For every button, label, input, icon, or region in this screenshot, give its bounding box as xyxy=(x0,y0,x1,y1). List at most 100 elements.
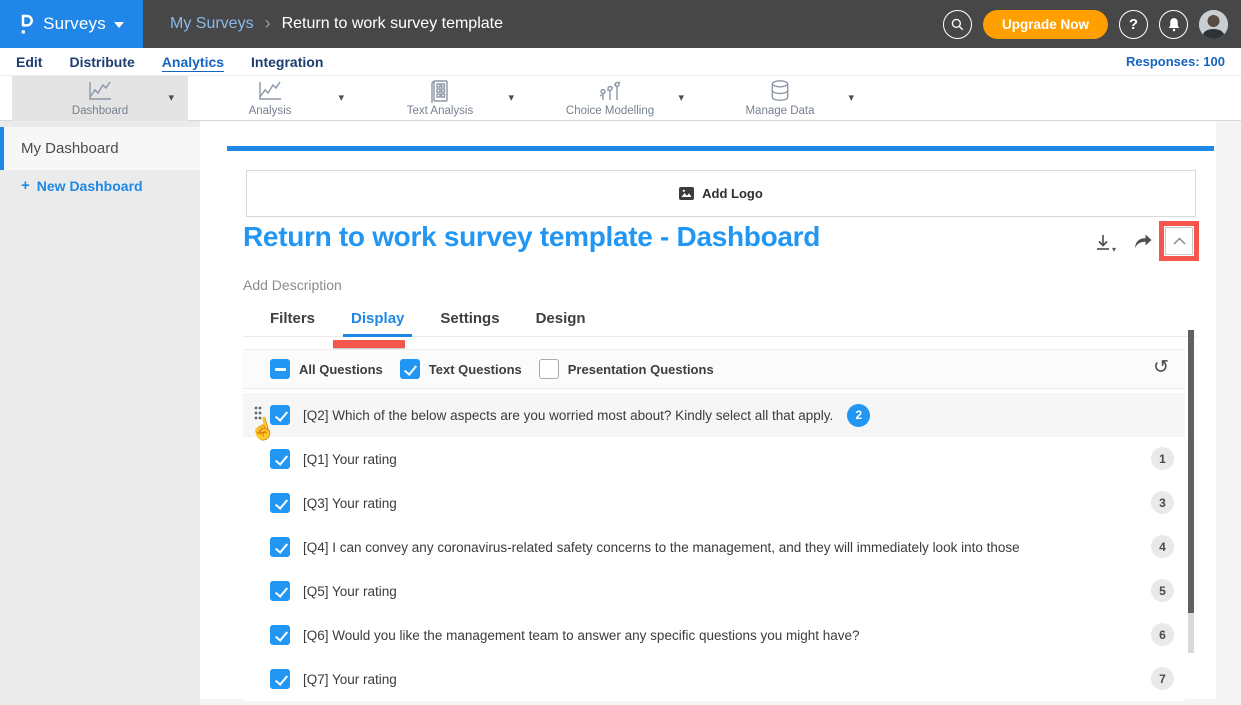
tab[interactable]: Filters xyxy=(262,304,323,337)
line-chart-icon xyxy=(256,79,284,103)
annotation-highlight-collapse-button xyxy=(1159,221,1199,261)
chevron-down-icon[interactable]: ▾ xyxy=(168,91,174,104)
nav-item[interactable]: Edit xyxy=(16,54,42,70)
filter-checkbox[interactable] xyxy=(539,359,559,379)
reset-icon[interactable]: ↺ xyxy=(1153,356,1169,379)
question-row[interactable]: [Q4] I can convey any coronavirus-relate… xyxy=(243,525,1185,569)
filter-checkbox-item[interactable]: Presentation Questions xyxy=(539,359,714,379)
add-logo-label: Add Logo xyxy=(702,186,763,201)
question-checkbox[interactable] xyxy=(270,449,290,469)
top-header: Surveys My Surveys › Return to work surv… xyxy=(0,0,1241,48)
question-label: [Q7] Your rating xyxy=(303,672,397,687)
question-label: [Q4] I can convey any coronavirus-relate… xyxy=(303,540,1020,555)
line-chart-icon xyxy=(86,79,114,103)
filter-label: Text Questions xyxy=(429,362,522,377)
dashboard-sidebar: My Dashboard + New Dashboard xyxy=(0,121,200,705)
new-dashboard-button[interactable]: + New Dashboard xyxy=(21,177,143,194)
avatar[interactable] xyxy=(1199,10,1228,39)
help-icon: ? xyxy=(1129,16,1138,33)
help-button[interactable]: ? xyxy=(1119,10,1148,39)
survey-nav-items: Edit Distribute Analytics Integration xyxy=(16,54,323,70)
right-gutter xyxy=(1216,121,1241,705)
search-icon xyxy=(950,17,965,32)
filter-checkbox-item[interactable]: Text Questions xyxy=(400,359,522,379)
sidebar-item-my-dashboard[interactable]: My Dashboard xyxy=(0,127,200,170)
question-order-badge: 5 xyxy=(1151,579,1174,602)
breadcrumb-my-surveys[interactable]: My Surveys xyxy=(170,15,254,33)
nav-item[interactable]: Distribute xyxy=(69,54,134,70)
questionpro-logo xyxy=(19,12,35,37)
dashboard-title[interactable]: Return to work survey template - Dashboa… xyxy=(243,221,820,253)
filter-checkbox[interactable] xyxy=(400,359,420,379)
filter-label: All Questions xyxy=(299,362,383,377)
manage-data-icon xyxy=(768,79,792,104)
chevron-down-icon[interactable]: ▾ xyxy=(678,91,684,104)
avatar-photo xyxy=(1199,10,1228,39)
filter-checkbox[interactable] xyxy=(270,359,290,379)
scrollbar-track[interactable] xyxy=(1188,613,1194,653)
collapse-panel-button[interactable] xyxy=(1165,227,1193,255)
upgrade-now-button[interactable]: Upgrade Now xyxy=(983,10,1108,39)
question-filter-bar: All Questions Text Questions Presentatio… xyxy=(243,349,1185,389)
choice-modelling-icon xyxy=(597,79,623,103)
toolbar-item[interactable]: Manage Data ▾ xyxy=(692,76,868,121)
tab[interactable]: Design xyxy=(528,304,594,337)
product-switcher[interactable]: Surveys xyxy=(0,0,143,48)
notifications-button[interactable] xyxy=(1159,10,1188,39)
breadcrumb-separator-icon: › xyxy=(265,14,271,32)
toolbar-item[interactable]: Text Analysis ▾ xyxy=(352,76,528,121)
add-description-placeholder[interactable]: Add Description xyxy=(243,277,342,293)
toolbar-item-label: Manage Data xyxy=(692,105,868,117)
toolbar-item-label: Text Analysis xyxy=(352,105,528,117)
toolbar-item-label: Analysis xyxy=(182,105,358,117)
chevron-up-icon xyxy=(1173,237,1186,245)
nav-item[interactable]: Analytics xyxy=(162,54,224,70)
question-list: [Q2] Which of the below aspects are you … xyxy=(243,393,1185,701)
search-button[interactable] xyxy=(943,10,972,39)
chevron-down-icon[interactable]: ▾ xyxy=(848,91,854,104)
app-window: Surveys My Surveys › Return to work surv… xyxy=(0,0,1241,705)
question-order-badge: 3 xyxy=(1151,491,1174,514)
add-logo-box[interactable]: Add Logo xyxy=(246,170,1196,217)
download-icon xyxy=(1093,233,1113,253)
share-arrow-icon xyxy=(1132,231,1154,251)
responses-count[interactable]: Responses: 100 xyxy=(1126,54,1225,69)
toolbar-item-label: Choice Modelling xyxy=(522,105,698,117)
toolbar-item[interactable]: Analysis ▾ xyxy=(182,76,358,121)
toolbar-item[interactable]: Choice Modelling ▾ xyxy=(522,76,698,121)
question-checkbox[interactable] xyxy=(270,493,290,513)
question-order-badge: 6 xyxy=(1151,623,1174,646)
toolbar-item[interactable]: Dashboard ▾ xyxy=(12,76,188,121)
share-button[interactable] xyxy=(1132,231,1156,255)
question-checkbox[interactable] xyxy=(270,625,290,645)
plus-icon: + xyxy=(21,177,30,194)
question-row[interactable]: [Q3] Your rating 3 xyxy=(243,481,1185,525)
tab[interactable]: Settings xyxy=(432,304,507,337)
filter-label: Presentation Questions xyxy=(568,362,714,377)
survey-section-nav: Edit Distribute Analytics Integration Respo… xyxy=(0,48,1241,76)
tab[interactable]: Display xyxy=(343,304,412,337)
question-row[interactable]: [Q6] Would you like the management team … xyxy=(243,613,1185,657)
question-checkbox[interactable] xyxy=(270,669,290,689)
question-label: [Q2] Which of the below aspects are you … xyxy=(303,408,833,423)
question-row[interactable]: [Q5] Your rating 5 xyxy=(243,569,1185,613)
question-row[interactable]: [Q1] Your rating 1 xyxy=(243,437,1185,481)
question-row[interactable]: [Q7] Your rating 7 xyxy=(243,657,1185,701)
chevron-down-icon[interactable]: ▾ xyxy=(508,91,514,104)
scrollbar-thumb[interactable] xyxy=(1188,330,1194,613)
image-icon xyxy=(679,187,694,200)
chevron-down-icon[interactable]: ▾ xyxy=(338,91,344,104)
question-order-badge: 4 xyxy=(1151,535,1174,558)
question-row[interactable]: [Q2] Which of the below aspects are you … xyxy=(243,393,1185,437)
chevron-down-icon xyxy=(114,22,124,28)
filter-checkbox-item[interactable]: All Questions xyxy=(270,359,383,379)
question-label: [Q5] Your rating xyxy=(303,584,397,599)
question-checkbox[interactable] xyxy=(270,581,290,601)
chevron-down-icon: ▾ xyxy=(1112,245,1116,254)
question-checkbox[interactable] xyxy=(270,537,290,557)
dashboard-main: Add Logo Return to work survey template … xyxy=(200,121,1241,705)
nav-item[interactable]: Integration xyxy=(251,54,323,70)
new-dashboard-label: New Dashboard xyxy=(37,178,143,194)
dashboard-top-accent-bar xyxy=(227,146,1214,151)
toolbar-item-label: Dashboard xyxy=(12,105,188,117)
